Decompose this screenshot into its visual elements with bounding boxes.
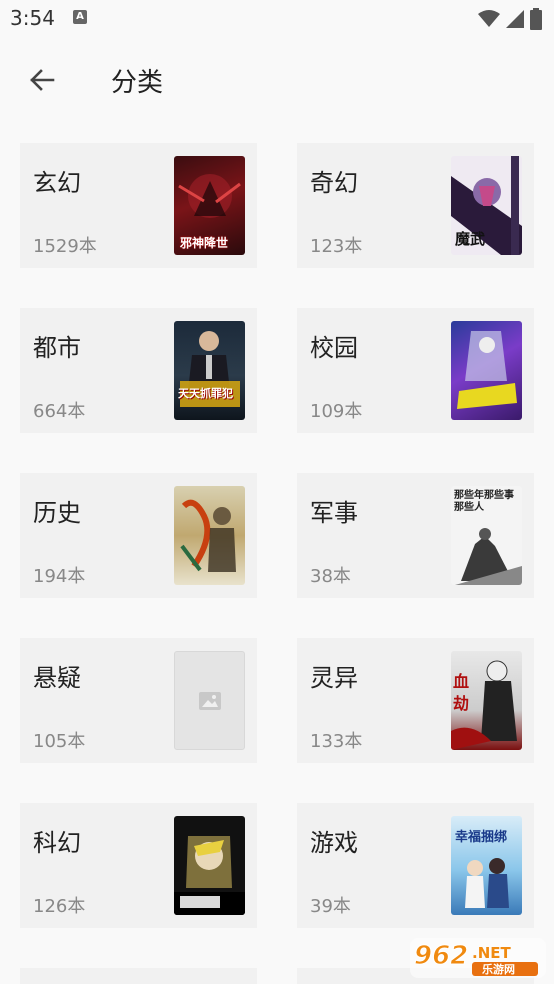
svg-text:乐游网: 乐游网: [482, 962, 515, 976]
arrow-left-icon: [30, 69, 55, 91]
category-name: 游戏: [310, 829, 358, 857]
category-count: 109本: [310, 401, 363, 422]
category-count: 123本: [310, 236, 363, 257]
category-name: 悬疑: [33, 664, 81, 692]
category-card-lingyi[interactable]: 灵异 133本 血劫: [297, 638, 534, 763]
wifi-icon: [478, 10, 500, 27]
signal-icon: [506, 10, 524, 28]
book-cover: 邪神降世: [174, 156, 245, 255]
category-card-xiaoyuan[interactable]: 校园 109本: [297, 308, 534, 433]
cover-title: 幸福捆绑: [455, 830, 508, 845]
category-count: 133本: [310, 731, 363, 752]
category-name: 灵异: [310, 664, 358, 692]
book-cover: 魔武: [451, 156, 522, 255]
svg-text:.NET: .NET: [472, 944, 511, 962]
notification-a-icon: A: [73, 10, 87, 24]
category-name: 历史: [33, 499, 81, 527]
category-card-youxi[interactable]: 游戏 39本 幸福捆绑: [297, 803, 534, 928]
category-card-partial[interactable]: [20, 968, 257, 984]
watermark-logo: 962 .NET 乐游网: [410, 936, 546, 980]
category-card-lishi[interactable]: 历史 194本: [20, 473, 257, 598]
category-card-xuanyi[interactable]: 悬疑 105本: [20, 638, 257, 763]
book-cover: 天天抓罪犯: [174, 321, 245, 420]
cover-title: 魔武: [455, 230, 486, 248]
category-card-xuanhuan[interactable]: 玄幻 1529本 邪神降世: [20, 143, 257, 268]
category-name: 奇幻: [310, 169, 358, 197]
category-count: 194本: [33, 566, 86, 587]
cover-title: 那些年那些事那些人: [454, 490, 514, 513]
status-bar: 3:54 A: [0, 0, 554, 36]
cover-title: 血劫: [453, 672, 470, 713]
cover-title: 邪神降世: [180, 236, 229, 250]
category-name: 科幻: [33, 829, 81, 857]
book-cover: [451, 321, 522, 420]
category-count: 105本: [33, 731, 86, 752]
status-time: 3:54: [10, 6, 55, 30]
book-cover: 幸福捆绑: [451, 816, 522, 915]
status-icons: [478, 8, 542, 30]
svg-text:962: 962: [414, 941, 468, 971]
book-cover: [174, 816, 245, 915]
book-cover: 血劫: [451, 651, 522, 750]
book-cover: 那些年那些事那些人: [451, 486, 522, 585]
category-card-dushi[interactable]: 都市 664本 天天抓罪犯: [20, 308, 257, 433]
category-count: 126本: [33, 896, 86, 917]
cover-title: 天天抓罪犯: [178, 387, 233, 400]
image-placeholder-icon: [198, 691, 221, 710]
book-cover: [174, 486, 245, 585]
category-name: 校园: [310, 334, 358, 362]
category-name: 军事: [310, 499, 358, 527]
page-title: 分类: [111, 68, 164, 98]
category-name: 都市: [33, 334, 81, 362]
category-name: 玄幻: [33, 169, 81, 197]
category-count: 38本: [310, 566, 351, 587]
category-card-qihuan[interactable]: 奇幻 123本 魔武: [297, 143, 534, 268]
category-count: 1529本: [33, 236, 97, 257]
battery-icon: [530, 8, 542, 30]
back-button[interactable]: [22, 60, 62, 100]
category-card-junshi[interactable]: 军事 38本 那些年那些事那些人: [297, 473, 534, 598]
app-bar: 分类: [0, 44, 554, 116]
category-count: 39本: [310, 896, 351, 917]
book-cover-placeholder: [174, 651, 245, 750]
category-card-kehuan[interactable]: 科幻 126本: [20, 803, 257, 928]
category-count: 664本: [33, 401, 86, 422]
